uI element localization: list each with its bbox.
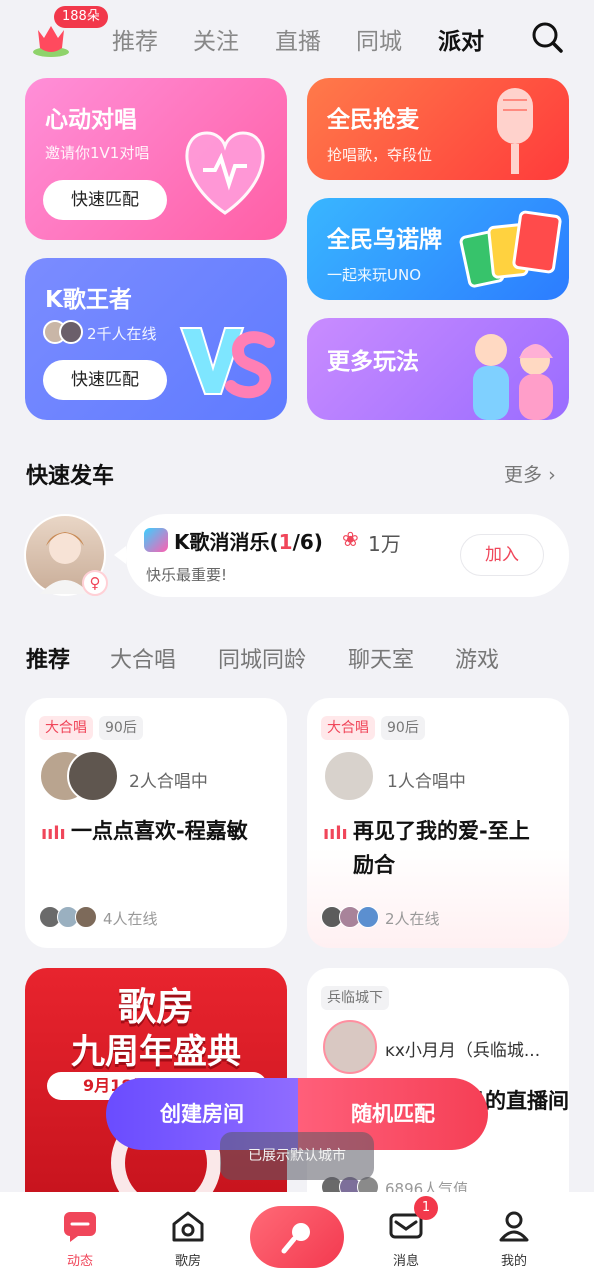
room-card[interactable]: 大合唱 90后 2人合唱中 ıılı 一点点喜欢-程嘉敏 4人在线: [25, 698, 287, 948]
tab-nearby[interactable]: 同城: [356, 22, 402, 56]
flower-count-badge: 188朵: [54, 6, 108, 28]
nav-profile[interactable]: 我的: [484, 1210, 544, 1269]
room-song: 再见了我的爱-至上 励合: [353, 819, 530, 877]
tab-live[interactable]: 直播: [275, 22, 321, 56]
avatar: [67, 750, 119, 802]
host-avatar: [323, 1020, 377, 1074]
speech-tail: [114, 546, 126, 564]
message-count-badge: 1: [414, 1196, 438, 1220]
user-icon: [499, 1211, 529, 1242]
avatar: [357, 906, 379, 928]
k-king-title: K歌王者: [45, 287, 132, 313]
quick-more-link[interactable]: 更多 ›: [504, 460, 556, 487]
room-song: 一点点喜欢-程嘉敏: [71, 819, 248, 843]
tab-party[interactable]: 派对: [438, 22, 484, 56]
sing-button[interactable]: [250, 1206, 344, 1268]
vs-icon: [179, 327, 275, 399]
sound-wave-icon: ıılı: [323, 823, 348, 844]
game-icon: [144, 528, 168, 552]
category-chorus[interactable]: 大合唱: [110, 642, 176, 674]
top-bar: 188朵 推荐 关注 直播 同城 派对: [0, 0, 594, 78]
tab-follow[interactable]: 关注: [193, 22, 239, 56]
duet-subtitle: 邀请你1V1对唱: [45, 144, 150, 162]
tab-recommend[interactable]: 推荐: [112, 22, 158, 56]
search-icon[interactable]: [530, 20, 564, 54]
avatar: [75, 906, 97, 928]
heart-icon: [185, 131, 265, 215]
category-chatroom[interactable]: 聊天室: [348, 642, 414, 674]
microphone-icon: [281, 1223, 310, 1254]
flower-icon: ❀: [342, 527, 359, 551]
banner-line-2: 九周年盛典: [71, 1032, 241, 1072]
chevron-right-icon: ›: [548, 464, 556, 486]
room-tag: 兵临城下: [321, 986, 389, 1010]
more-games-card[interactable]: 更多玩法: [307, 318, 569, 420]
grab-mic-subtitle: 抢唱歌，夺段位: [327, 146, 433, 164]
room-online: 2人在线: [385, 910, 440, 928]
k-king-match-button[interactable]: 快速匹配: [43, 360, 167, 400]
room-tag: 大合唱: [39, 716, 93, 740]
nav-feed[interactable]: 动态: [50, 1210, 110, 1269]
category-recommend[interactable]: 推荐: [26, 642, 70, 674]
room-status: 1人合唱中: [387, 772, 466, 792]
uno-cards-icon: [459, 210, 562, 288]
banner-line-1: 歌房: [117, 985, 194, 1029]
grab-mic-card[interactable]: 全民抢麦 抢唱歌，夺段位: [307, 78, 569, 180]
uno-title: 全民乌诺牌: [327, 227, 442, 253]
house-icon: [172, 1211, 204, 1242]
grab-mic-title: 全民抢麦: [327, 107, 419, 133]
room-card[interactable]: 大合唱 90后 1人合唱中 ıılı 再见了我的爱-至上 励合 2人在线: [307, 698, 569, 948]
quick-start-title: 快速发车: [26, 464, 115, 489]
category-same-city-age[interactable]: 同城同龄: [218, 642, 306, 674]
microphone-icon: [497, 88, 533, 174]
join-button[interactable]: 加入: [460, 534, 544, 576]
room-desc: 快乐最重要!: [146, 566, 228, 584]
game-title: K歌消消乐(1/6): [174, 530, 323, 554]
duet-match-button[interactable]: 快速匹配: [43, 180, 167, 220]
chat-bubble-icon: [64, 1212, 96, 1242]
room-status: 2人合唱中: [129, 772, 208, 792]
room-online: 4人在线: [103, 910, 158, 928]
room-tag: 90后: [99, 716, 143, 740]
nav-song-room[interactable]: 歌房: [158, 1210, 218, 1269]
uno-subtitle: 一起来玩UNO: [327, 266, 422, 284]
flower-count: 1万: [368, 532, 401, 556]
k-king-online: 2千人在线: [87, 325, 157, 343]
female-icon: ♀: [82, 570, 108, 596]
host-name: ĸx小月月（兵临城...: [385, 1041, 541, 1061]
room-tag: 大合唱: [321, 716, 375, 740]
room-tag: 90后: [381, 716, 425, 740]
uno-card[interactable]: 全民乌诺牌 一起来玩UNO: [307, 198, 569, 300]
duet-card[interactable]: 心动对唱 邀请你1V1对唱 快速匹配: [25, 78, 287, 240]
more-games-title: 更多玩法: [327, 349, 419, 375]
toast-message: 已展示默认城市: [220, 1132, 374, 1180]
avatar: [323, 750, 375, 802]
category-games[interactable]: 游戏: [455, 642, 499, 674]
duet-title: 心动对唱: [45, 107, 137, 133]
sound-wave-icon: ıılı: [41, 823, 66, 844]
k-king-card[interactable]: K歌王者 2千人在线 快速匹配: [25, 258, 287, 420]
avatar: [59, 320, 83, 344]
characters-icon: [473, 334, 553, 420]
